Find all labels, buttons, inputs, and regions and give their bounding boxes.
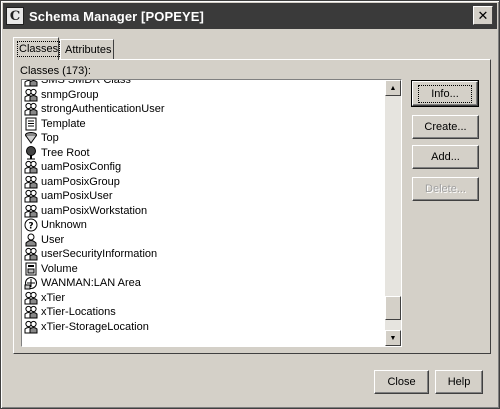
class-icon (24, 204, 38, 218)
classes-list-items: SMS SMDR Class snmpGroup strongAuthenticat… (24, 79, 386, 335)
list-item[interactable]: User (24, 233, 386, 248)
close-button[interactable]: Close (374, 370, 429, 394)
scroll-down-arrow-icon: ▼ (389, 334, 397, 342)
list-item-label: SMS SMDR Class (41, 79, 131, 87)
list-item-label: uamPosixUser (41, 190, 113, 203)
class-icon (24, 189, 38, 203)
list-item[interactable]: xTier-Locations (24, 305, 386, 320)
help-button[interactable]: Help (435, 370, 483, 394)
window-title: Schema Manager [POPEYE] (29, 8, 204, 24)
class-icon (24, 88, 38, 102)
list-item[interactable]: Template (24, 117, 386, 132)
list-item-label: snmpGroup (41, 88, 99, 101)
list-item[interactable]: uamPosixGroup (24, 175, 386, 190)
list-item-label: Top (41, 132, 59, 145)
close-button-label: Close (387, 376, 416, 388)
list-item-label: xTier-StorageLocation (41, 320, 149, 333)
tab-classes-label: Classes (16, 41, 61, 57)
svg-text:?: ? (28, 222, 33, 232)
class-icon (24, 160, 38, 174)
list-item[interactable]: uamPosixUser (24, 189, 386, 204)
list-item-label: Template (41, 117, 86, 130)
list-item[interactable]: Volume (24, 262, 386, 277)
list-item-label: strongAuthenticationUser (41, 103, 165, 116)
class-icon (24, 305, 38, 319)
list-item[interactable]: userSecurityInformation (24, 247, 386, 262)
scroll-up-arrow-icon: ▲ (389, 84, 397, 92)
tab-attributes-label: Attributes (65, 43, 112, 56)
list-item-label: xTier (41, 291, 66, 304)
scroll-down-button[interactable]: ▼ (385, 330, 401, 346)
list-item[interactable]: uamPosixWorkstation (24, 204, 386, 219)
classes-tab-panel: Classes (173): SMS SMDR Class snmpGroup st… (13, 59, 491, 354)
list-item-label: Tree Root (41, 146, 90, 159)
list-item[interactable]: SMS SMDR Class (24, 79, 386, 88)
list-item-label: User (41, 233, 65, 246)
scroll-up-button[interactable]: ▲ (385, 80, 401, 96)
list-item[interactable]: ? Unknown (24, 218, 386, 233)
volume-icon (24, 262, 38, 276)
list-item[interactable]: xTier (24, 291, 386, 306)
help-button-label: Help (447, 376, 471, 388)
list-item-label: uamPosixGroup (41, 175, 120, 188)
list-item[interactable]: snmpGroup (24, 88, 386, 103)
list-item[interactable]: xTier-StorageLocation (24, 320, 386, 335)
scrollbar-thumb[interactable] (385, 295, 401, 320)
list-item[interactable]: uamPosixConfig (24, 160, 386, 175)
unknown-icon: ? (24, 218, 38, 232)
tree-root-icon (24, 145, 38, 160)
close-window-button[interactable]: ✕ (473, 6, 493, 25)
list-item-label: xTier-Locations (41, 306, 116, 319)
list-item-label: uamPosixConfig (41, 161, 122, 174)
list-item-label: uamPosixWorkstation (41, 204, 148, 217)
vertical-scrollbar[interactable]: ▲ ▼ (385, 80, 401, 346)
lan-area-icon (24, 276, 38, 290)
schema-manager-dialog: C Schema Manager [POPEYE] ✕ Classes Attr… (0, 0, 500, 409)
list-item[interactable]: strongAuthenticationUser (24, 102, 386, 117)
tab-classes[interactable]: Classes (13, 37, 61, 60)
classes-listbox[interactable]: SMS SMDR Class snmpGroup strongAuthenticat… (21, 79, 402, 347)
class-icon (24, 102, 38, 116)
list-item-label: WANMAN:LAN Area (41, 277, 141, 290)
list-item-label: userSecurityInformation (41, 248, 158, 261)
schema-manager-app-icon: C (6, 7, 24, 25)
user-icon (24, 233, 38, 247)
top-icon (24, 131, 38, 145)
template-icon (24, 117, 38, 131)
class-icon (24, 175, 38, 189)
list-item-label: Unknown (41, 219, 87, 232)
title-bar[interactable]: C Schema Manager [POPEYE] ✕ (3, 3, 497, 29)
class-icon (24, 80, 38, 87)
tab-attributes[interactable]: Attributes (60, 39, 114, 59)
class-icon (24, 320, 38, 334)
list-item[interactable]: Top (24, 131, 386, 146)
class-icon (24, 291, 38, 305)
list-item-label: Volume (41, 262, 78, 275)
class-icon (24, 247, 38, 261)
list-item[interactable]: Tree Root (24, 145, 386, 161)
classes-list-caption: Classes (173): (20, 65, 91, 77)
list-item[interactable]: WANMAN:LAN Area (24, 276, 386, 291)
